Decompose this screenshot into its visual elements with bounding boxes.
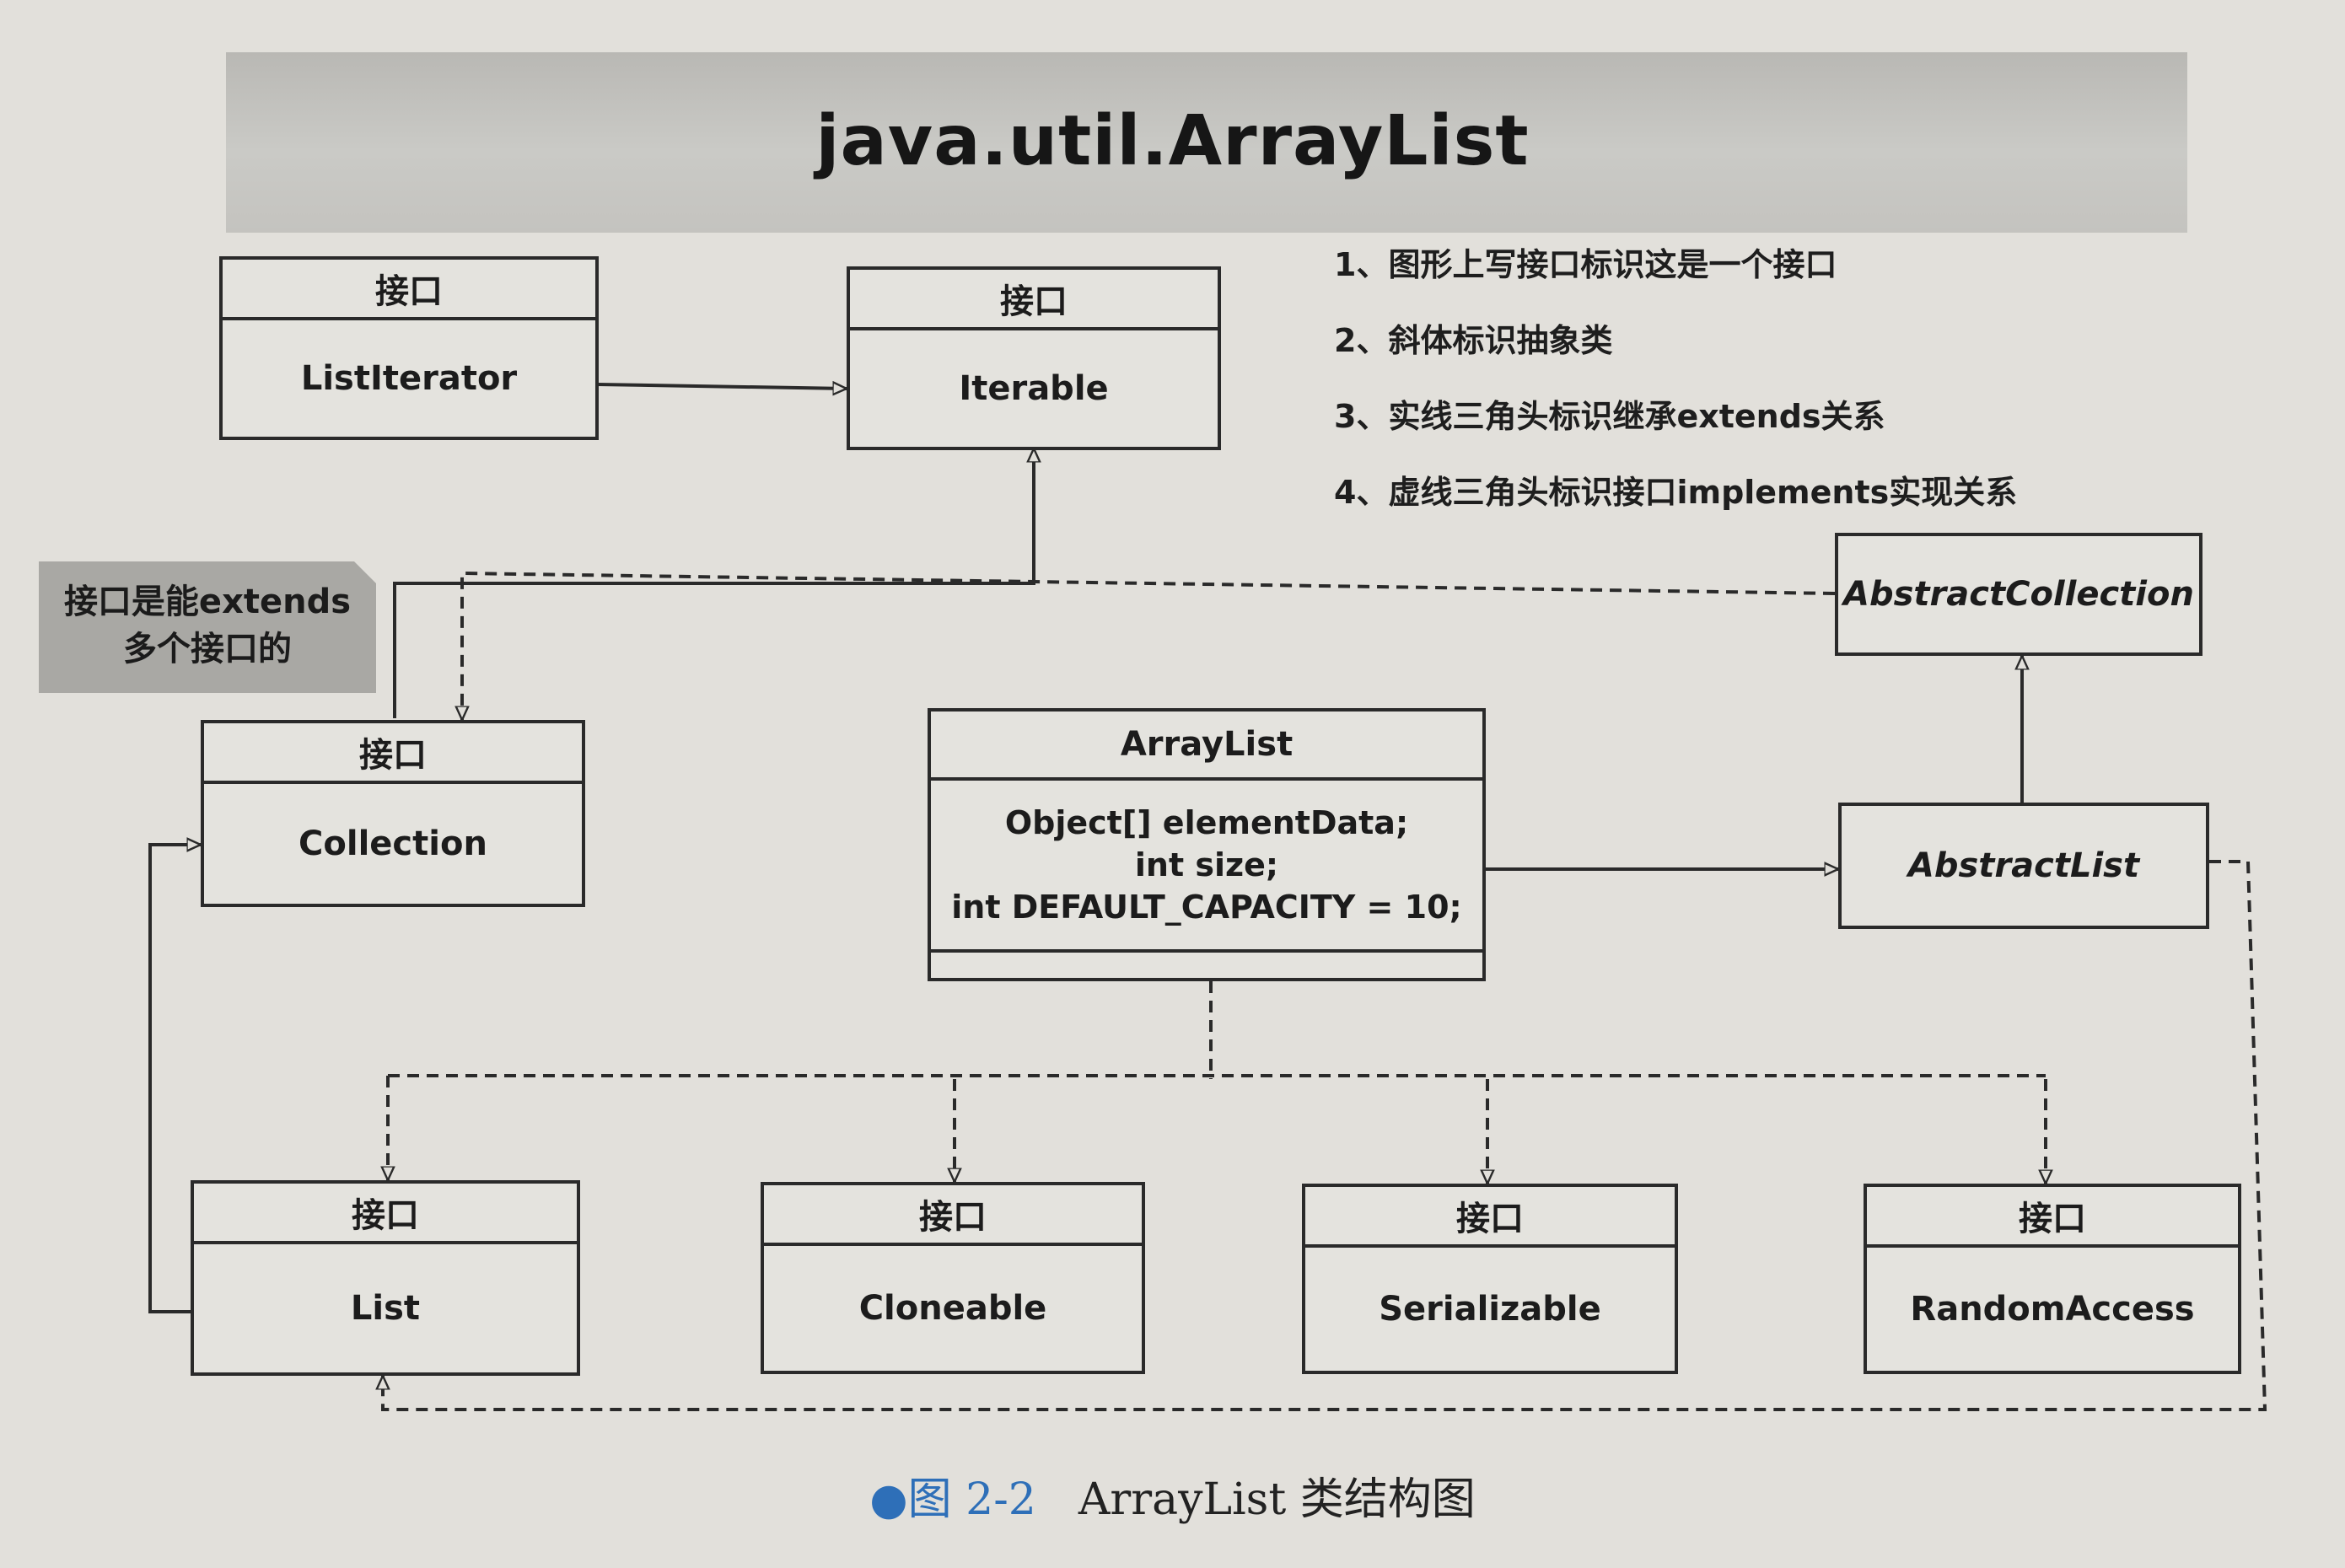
interface-tag: 接口 — [194, 1184, 577, 1244]
collection-name: Collection — [299, 824, 487, 863]
list-interface-box: 接口 List — [191, 1180, 580, 1376]
arraylist-field: int DEFAULT_CAPACITY = 10; — [951, 889, 1462, 926]
randomaccess-interface-box: 接口 RandomAccess — [1864, 1184, 2241, 1374]
cloneable-name: Cloneable — [858, 1289, 1047, 1328]
interface-tag: 接口 — [223, 260, 595, 320]
extends-line-collection-iterable — [393, 448, 1034, 718]
listiterator-interface-box: 接口 ListIterator — [219, 256, 599, 440]
abstractcollection-class-box: AbstractCollection — [1835, 533, 2202, 656]
interface-tag: 接口 — [850, 270, 1218, 330]
figure-caption: ●图 2-2 ArrayList 类结构图 — [0, 1463, 2345, 1527]
arraylist-field: int size; — [1134, 846, 1279, 883]
caption-bullet-icon: ● — [869, 1474, 908, 1525]
arraylist-class-box: ArrayList Object[] elementData; int size… — [928, 708, 1486, 981]
serializable-interface-box: 接口 Serializable — [1302, 1184, 1678, 1374]
collection-interface-box: 接口 Collection — [201, 720, 585, 907]
serializable-name: Serializable — [1379, 1290, 1601, 1329]
caption-text: ArrayList 类结构图 — [1078, 1474, 1476, 1525]
interface-tag: 接口 — [204, 723, 582, 784]
listiterator-name: ListIterator — [300, 359, 518, 398]
diagram-page: java.util.ArrayList 1、图形上写接口标识这是一个接口 2、斜… — [0, 0, 2345, 1568]
interface-tag: 接口 — [1305, 1187, 1675, 1248]
randomaccess-name: RandomAccess — [1910, 1290, 2195, 1329]
arraylist-methods — [931, 953, 1482, 978]
interface-tag: 接口 — [764, 1185, 1142, 1246]
extends-line-listiterator-iterable — [596, 384, 847, 389]
iterable-name: Iterable — [959, 369, 1109, 408]
abstractlist-class-box: AbstractList — [1838, 803, 2209, 929]
arraylist-name: ArrayList — [931, 712, 1482, 781]
arraylist-fields: Object[] elementData; int size; int DEFA… — [931, 781, 1482, 953]
cloneable-interface-box: 接口 Cloneable — [761, 1182, 1145, 1374]
caption-figure-number: 图 2-2 — [907, 1474, 1036, 1525]
implements-line-abstractcollection-collection — [462, 571, 1836, 720]
abstractcollection-name: AbstractCollection — [1843, 575, 2194, 614]
interface-tag: 接口 — [1867, 1187, 2238, 1248]
list-name: List — [350, 1289, 421, 1328]
abstractlist-name: AbstractList — [1907, 846, 2140, 885]
arraylist-field: Object[] elementData; — [1004, 804, 1409, 841]
iterable-interface-box: 接口 Iterable — [847, 266, 1221, 450]
